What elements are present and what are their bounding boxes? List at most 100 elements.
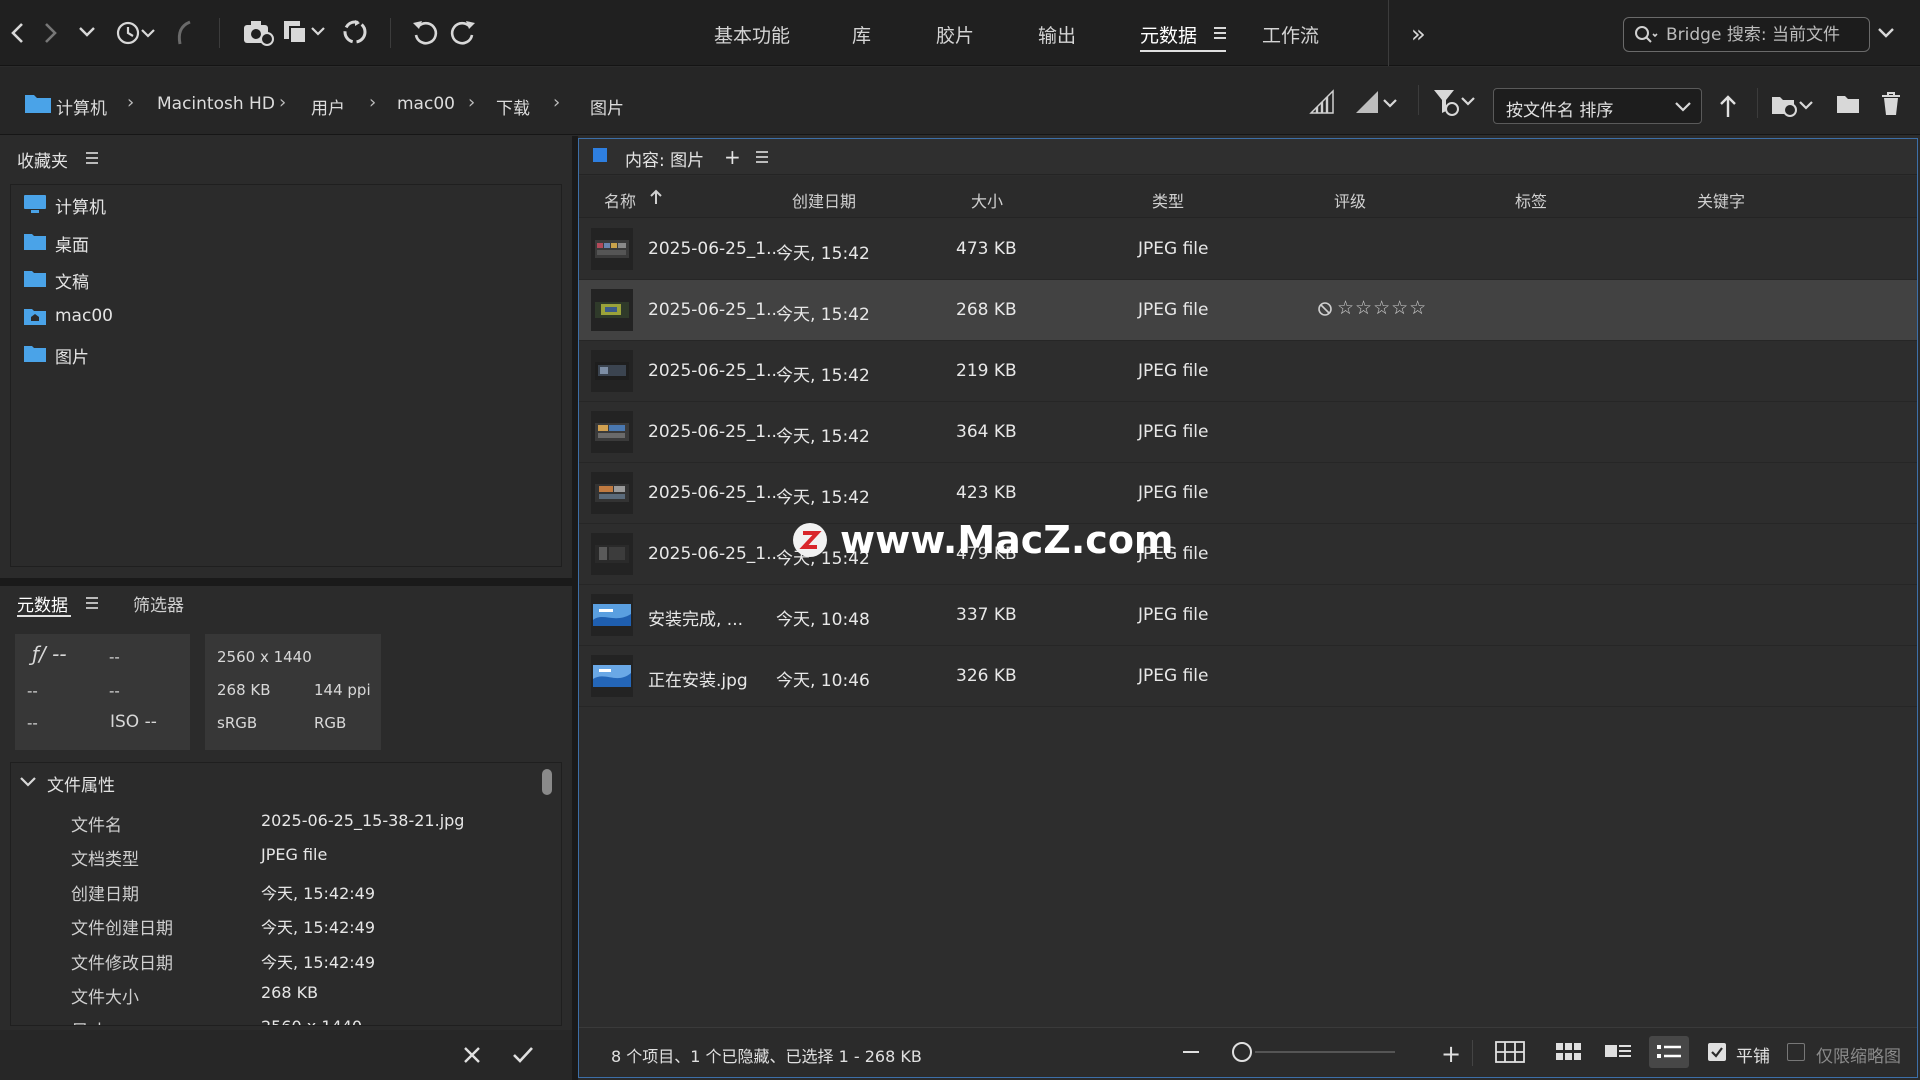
file-date: 今天, 10:48 [776,610,870,630]
file-row[interactable]: 安装完成, ... 今天, 10:48 337 KB JPEG file [579,585,1917,646]
thumbnail-only-label: 仅限缩略图 [1816,1047,1901,1067]
chevron-down-icon[interactable] [19,775,37,789]
thumbnail-view-icon[interactable] [1555,1041,1583,1063]
more-workspaces-icon[interactable]: » [1411,20,1426,48]
return-to-app-icon[interactable] [172,18,196,48]
workspace-menu-icon[interactable] [1212,24,1228,42]
details-view-icon[interactable] [1604,1041,1632,1063]
file-name: 2025-06-25_1... [648,483,783,503]
folder-icon [23,269,47,289]
active-workspace-indicator [1140,50,1226,52]
add-icon[interactable]: + [724,145,741,169]
exposure-value: -- [27,682,38,700]
column-header-label[interactable]: 标签 [1515,188,1547,212]
breadcrumb-macintosh-hd[interactable]: Macintosh HD [157,94,275,114]
tab-filter[interactable]: 筛选器 [133,591,184,616]
scrollbar-thumb[interactable] [542,769,552,795]
file-row[interactable]: 2025-06-25_1... 今天, 15:42 473 KB JPEG fi… [579,219,1917,280]
tile-checkbox[interactable] [1708,1043,1726,1061]
panel-menu-icon[interactable] [85,151,99,165]
cancel-close-icon[interactable] [462,1045,482,1065]
breadcrumb-pictures[interactable]: 图片 [590,94,624,119]
search-input[interactable] [1666,21,1862,49]
file-row[interactable]: 2025-06-25_1... 今天, 15:42 219 KB JPEG fi… [579,341,1917,402]
file-row[interactable]: 2025-06-25_1... 今天, 15:42 268 KB JPEG fi… [579,280,1917,341]
search-options-chevron-icon[interactable] [1877,26,1895,40]
active-tab-indicator [17,615,71,617]
sort-ascending-icon[interactable] [1717,93,1739,119]
file-row[interactable]: 2025-06-25_1... 今天, 15:42 479 KB JPEG fi… [579,524,1917,585]
rotate-right-icon[interactable] [448,17,478,47]
breadcrumb-users[interactable]: 用户 [311,94,345,119]
toolbar-divider [390,18,391,48]
sort-ascending-icon[interactable] [649,188,663,206]
breadcrumb-separator: › [127,92,135,113]
list-view-button[interactable] [1649,1036,1689,1068]
breadcrumb-computer[interactable]: 计算机 [56,94,107,119]
back-icon[interactable] [8,20,28,46]
column-header-date-created[interactable]: 创建日期 [792,188,856,212]
rating-stars[interactable]: ☆☆☆☆☆ [1337,297,1427,319]
recent-history-icon[interactable] [114,18,158,48]
zoom-in-icon[interactable]: + [1441,1040,1461,1068]
breadcrumb-separator: › [279,92,287,113]
folder-icon [23,344,47,364]
file-row[interactable]: 2025-06-25_1... 今天, 15:42 364 KB JPEG fi… [579,402,1917,463]
property-row-document-type: 文档类型 JPEG file [71,845,328,870]
property-row-dimensions: 尺寸 2560 x 1440 [11,1013,541,1025]
rotate-left-icon[interactable] [410,17,440,47]
get-photos-from-camera-icon[interactable] [242,17,274,47]
file-size: 423 KB [956,483,1017,503]
breadcrumb-mac00[interactable]: mac00 [397,94,455,114]
workspace-tab-essentials[interactable]: 基本功能 [714,21,790,48]
workspace-tab-libraries[interactable]: 库 [852,21,871,48]
delete-trash-icon[interactable] [1880,91,1902,117]
grid-lock-icon[interactable] [1495,1041,1525,1063]
bridge-search-box[interactable] [1623,17,1870,52]
column-header-size[interactable]: 大小 [971,188,1003,212]
property-row-filename[interactable]: 文件名 2025-06-25_15-38-21.jpg [11,807,541,837]
zoom-out-icon[interactable] [1183,1051,1199,1053]
filter-items-icon[interactable] [1432,87,1478,117]
chevron-down-icon[interactable] [78,24,96,40]
file-row[interactable]: 2025-06-25_1... 今天, 15:42 423 KB JPEG fi… [579,463,1917,524]
open-recent-folder-icon[interactable] [1770,90,1816,120]
sort-dropdown[interactable]: 按文件名 排序 [1493,88,1702,124]
workspace-tab-workflow[interactable]: 工作流 [1262,21,1319,48]
application-bar: 基本功能 库 胶片 输出 元数据 工作流 » [0,0,1920,66]
panel-divider[interactable] [0,578,572,586]
file-type: JPEG file [1138,422,1209,442]
file-date: 今天, 15:42 [776,244,870,264]
panel-menu-icon[interactable] [755,150,769,164]
workspace-tab-metadata[interactable]: 元数据 [1140,21,1197,48]
thumbnail-only-checkbox[interactable] [1787,1043,1805,1061]
file-date: 今天, 10:46 [776,671,870,691]
file-thumbnail [591,533,633,575]
reject-icon[interactable] [1317,301,1333,317]
file-thumbnail [591,655,633,697]
workspace-tab-filmstrip[interactable]: 胶片 [936,21,974,48]
column-header-type[interactable]: 类型 [1152,188,1184,212]
refine-icon[interactable] [282,17,328,47]
tab-metadata[interactable]: 元数据 [17,591,68,616]
sort-by-rating-icon[interactable] [1354,89,1400,115]
column-header-name[interactable]: 名称 [604,188,636,212]
status-text: 8 个项目、1 个已隐藏、已选择 1 - 268 KB [611,1047,922,1066]
workspace-tab-output[interactable]: 输出 [1038,21,1076,48]
thumbnail-quality-icon[interactable] [1309,89,1335,115]
apply-checkmark-icon[interactable] [512,1045,534,1065]
zoom-slider-track[interactable] [1255,1051,1395,1053]
column-header-rating[interactable]: 评级 [1334,188,1366,212]
creative-cloud-sync-icon[interactable] [340,17,370,47]
panel-menu-icon[interactable] [85,596,99,610]
file-row[interactable]: 正在安装.jpg 今天, 10:46 326 KB JPEG file [579,646,1917,707]
forward-icon[interactable] [40,20,60,46]
file-date: 今天, 15:42 [776,366,870,386]
content-panel-header: 内容: 图片 + [579,139,1917,175]
toolbar-divider [1388,0,1389,66]
new-folder-icon[interactable] [1836,93,1860,115]
zoom-slider-handle[interactable] [1230,1040,1254,1064]
breadcrumb-downloads[interactable]: 下载 [496,94,530,119]
column-header-keywords[interactable]: 关键字 [1697,188,1745,212]
file-thumbnail [591,350,633,392]
